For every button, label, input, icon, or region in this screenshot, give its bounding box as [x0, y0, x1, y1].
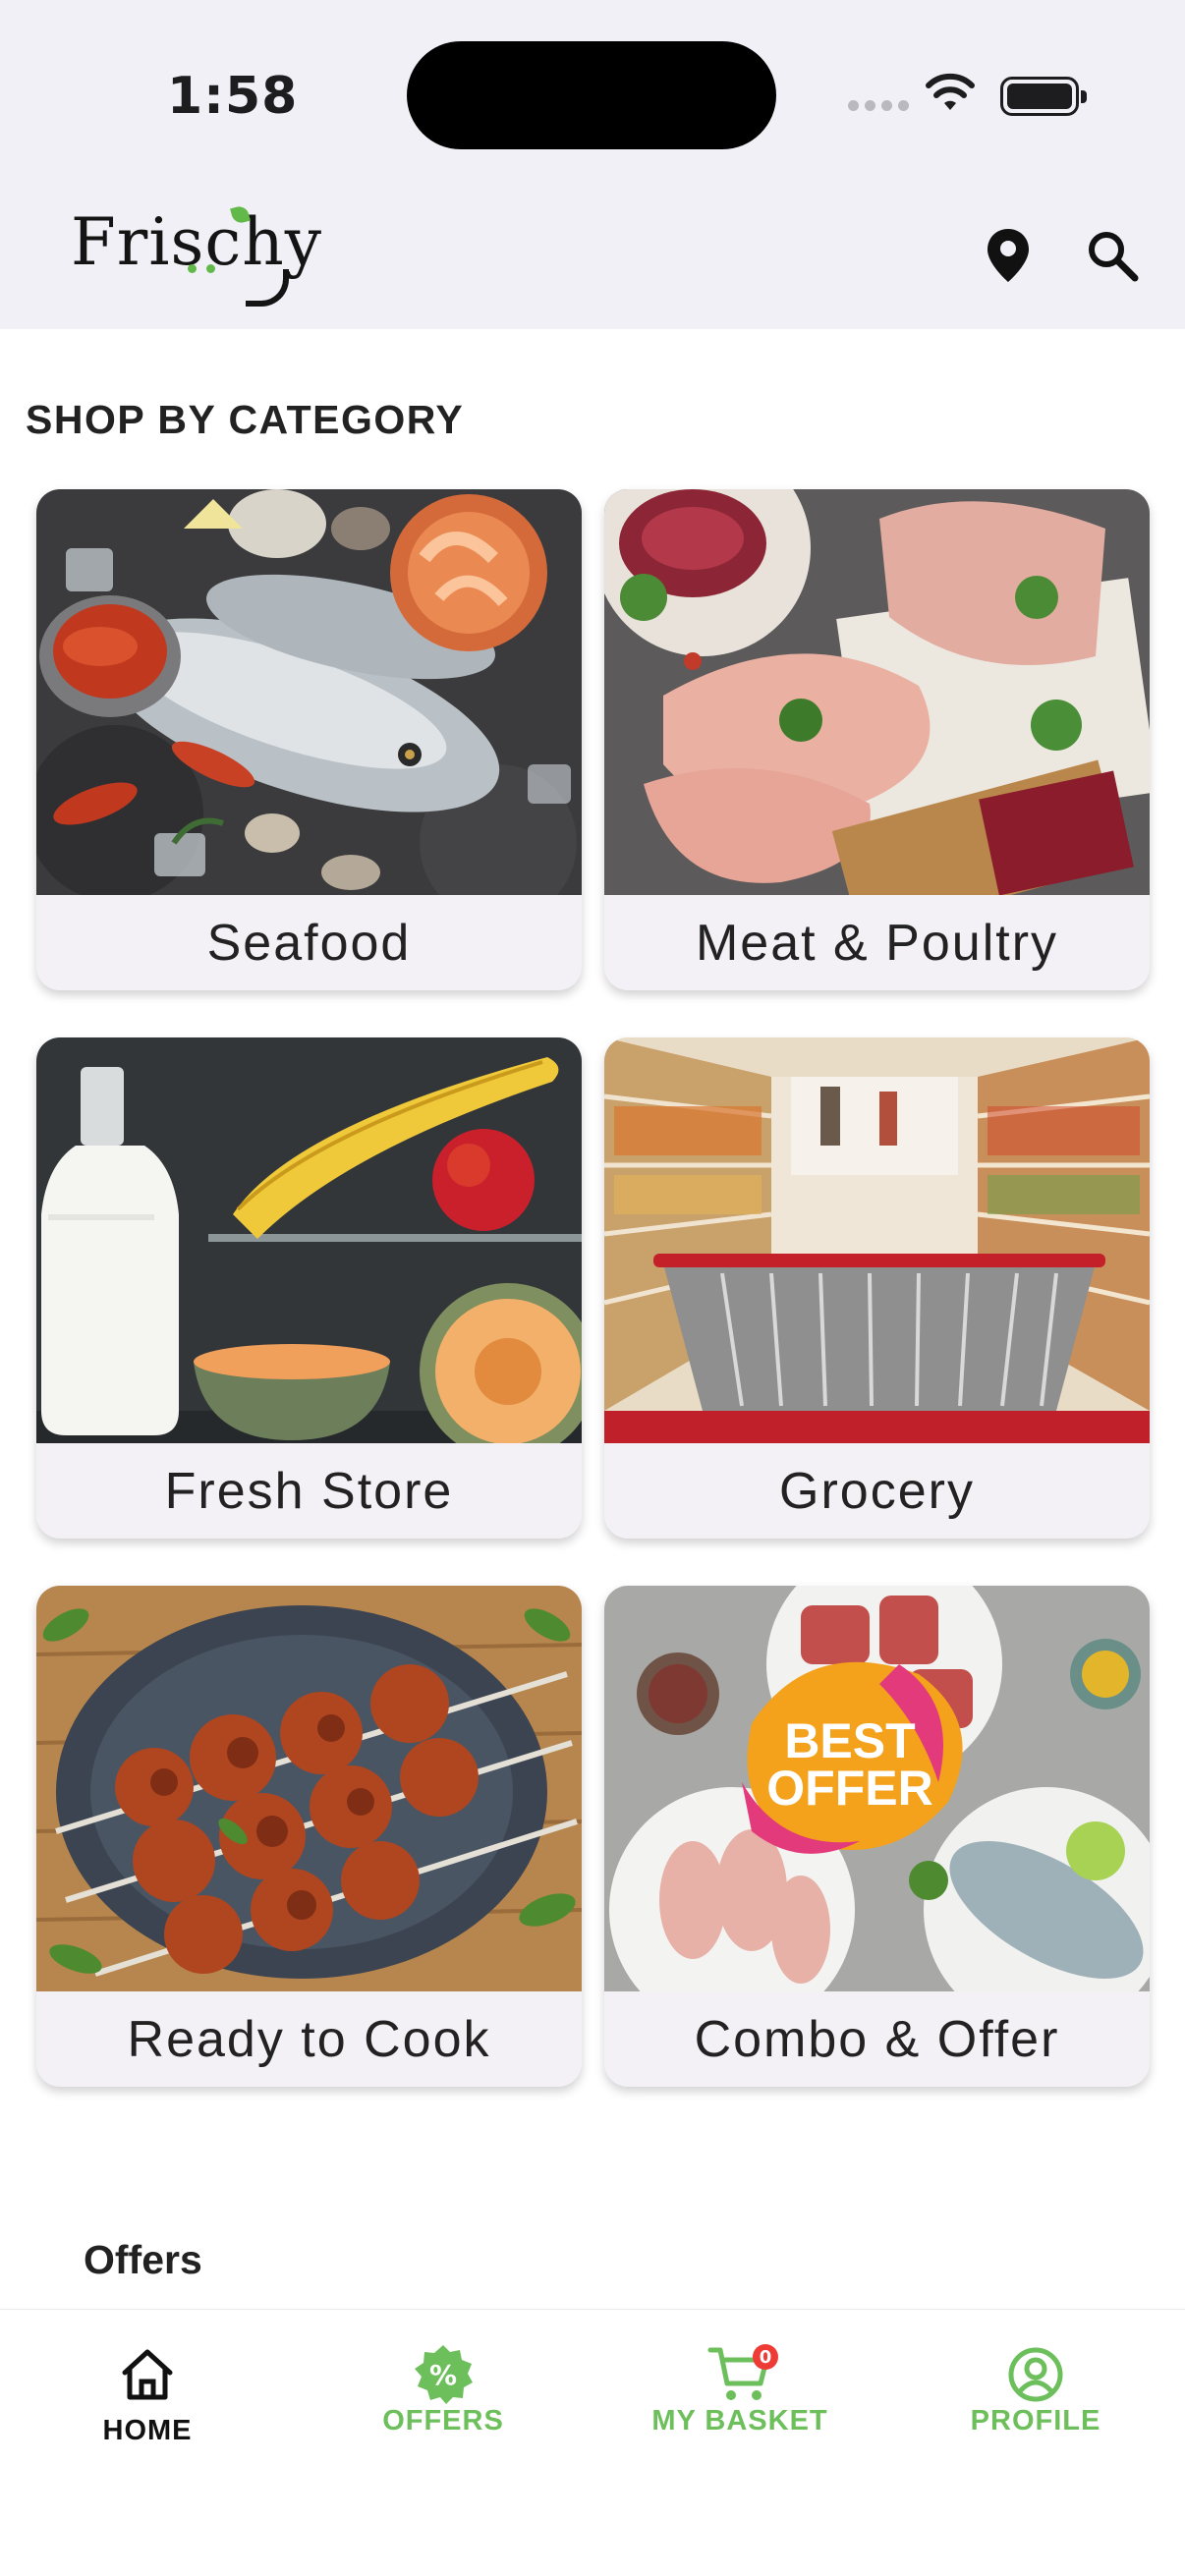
category-label: Seafood [206, 914, 412, 972]
nav-profile[interactable]: PROFILE [888, 2310, 1183, 2467]
category-card-combo-offer[interactable]: BEST OFFER Combo & Offer [604, 1586, 1150, 2087]
ready-to-cook-image [36, 1586, 582, 1991]
badge-line-2: OFFER [766, 1761, 932, 1816]
nav-my-basket[interactable]: 0 MY BASKET [592, 2310, 887, 2467]
offers-section-title: Offers [84, 2237, 202, 2282]
location-pin-icon[interactable] [977, 224, 1040, 287]
app-header: 1:58 Frischy [0, 0, 1185, 329]
category-label: Combo & Offer [694, 2010, 1060, 2068]
wifi-icon [926, 73, 975, 110]
bottom-navigation: HOME % OFFERS 0 MY BASKET PROFILE [0, 2309, 1185, 2576]
category-card-fresh-store[interactable]: Fresh Store [36, 1037, 582, 1539]
category-label: Meat & Poultry [695, 914, 1059, 972]
category-card-grocery[interactable]: Grocery [604, 1037, 1150, 1539]
nav-home[interactable]: HOME [0, 2310, 295, 2467]
meat-poultry-image [604, 489, 1150, 895]
nav-profile-label: PROFILE [970, 2405, 1101, 2436]
category-label: Ready to Cook [127, 2010, 491, 2068]
nav-offers[interactable]: % OFFERS [296, 2310, 591, 2467]
fresh-store-image [36, 1037, 582, 1443]
combo-offer-image: BEST OFFER [604, 1586, 1150, 1991]
nav-offers-label: OFFERS [382, 2405, 504, 2436]
logo-tail [246, 269, 289, 307]
category-card-ready-to-cook[interactable]: Ready to Cook [36, 1586, 582, 2087]
nav-home-label: HOME [102, 2415, 193, 2446]
cellular-signal-icon [848, 100, 909, 111]
category-card-seafood[interactable]: Seafood [36, 489, 582, 990]
battery-icon [1000, 77, 1087, 116]
offer-badge-icon: % [415, 2345, 473, 2404]
profile-icon [1008, 2347, 1063, 2402]
dynamic-island [407, 41, 776, 149]
seafood-image [36, 489, 582, 895]
search-icon[interactable] [1081, 224, 1144, 287]
cart-count-badge: 0 [753, 2344, 778, 2370]
category-label: Grocery [779, 1462, 975, 1520]
section-title: SHOP BY CATEGORY [26, 397, 465, 442]
category-label: Fresh Store [164, 1462, 454, 1520]
status-time: 1:58 [167, 67, 299, 126]
category-card-meat-poultry[interactable]: Meat & Poultry [604, 489, 1150, 990]
nav-basket-label: MY BASKET [651, 2405, 828, 2436]
home-icon [122, 2349, 173, 2400]
grocery-image [604, 1037, 1150, 1443]
svg-text:%: % [429, 2359, 457, 2391]
logo-dots [188, 264, 215, 273]
